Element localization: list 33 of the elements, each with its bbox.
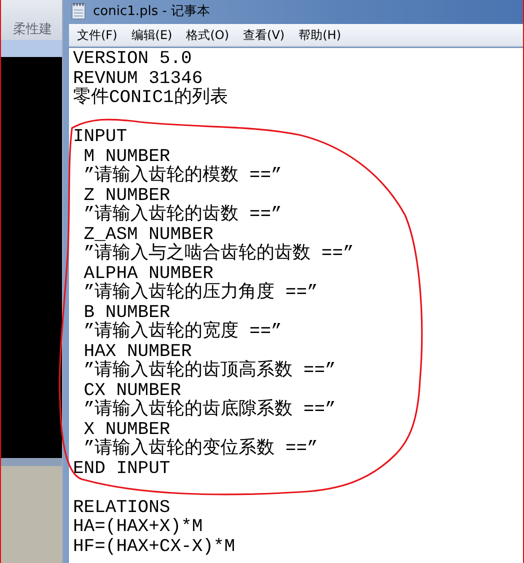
toolbar-strip bbox=[1, 40, 62, 57]
text-line: INPUT bbox=[73, 127, 128, 147]
text-line: ”请输入齿轮的齿底隙系数 ==” bbox=[82, 400, 336, 420]
text-line: 零件CONIC1的列表 bbox=[73, 88, 228, 108]
text-line: REVNUM 31346 bbox=[73, 68, 203, 88]
text-line: RELATIONS bbox=[73, 498, 170, 518]
text-line: ”请输入齿轮的压力角度 ==” bbox=[82, 283, 318, 303]
text-line: END INPUT bbox=[73, 458, 170, 478]
text-line: VERSION 5.0 bbox=[73, 49, 192, 69]
window-title: conic1.pls - 记事本 bbox=[93, 3, 210, 20]
menu-item[interactable]: 文件(F) bbox=[77, 26, 118, 44]
text-line: CX NUMBER bbox=[82, 380, 182, 400]
text-line: HA=(HAX+X)*M bbox=[73, 517, 203, 537]
text-line: ”请输入与之啮合齿轮的齿数 ==” bbox=[82, 244, 354, 264]
text-line: ”请输入齿轮的齿数 ==” bbox=[82, 205, 282, 225]
text-line: M NUMBER bbox=[82, 146, 170, 166]
text-line: ”请输入齿轮的变位系数 ==” bbox=[82, 439, 318, 459]
text-line: ”请输入齿轮的齿顶高系数 ==” bbox=[82, 361, 336, 381]
notepad-icon bbox=[71, 2, 87, 20]
panel-header bbox=[1, 458, 62, 466]
text-line: ALPHA NUMBER bbox=[82, 264, 214, 284]
text-line: B NUMBER bbox=[82, 302, 170, 322]
menu-item[interactable]: 格式(O) bbox=[186, 26, 230, 44]
menu-item[interactable]: 帮助(H) bbox=[298, 26, 341, 44]
menu-item[interactable]: 查看(V) bbox=[243, 26, 285, 44]
text-line: HF=(HAX+CX-X)*M bbox=[73, 536, 236, 556]
text-line: ”请输入齿轮的模数 ==” bbox=[82, 166, 282, 186]
menu-item[interactable]: 编辑(E) bbox=[131, 26, 172, 44]
text-line: ”请输入齿轮的宽度 ==” bbox=[82, 322, 282, 342]
text-line: Z NUMBER bbox=[82, 186, 170, 206]
text-line: HAX NUMBER bbox=[82, 342, 192, 362]
text-line: X NUMBER bbox=[82, 420, 170, 440]
ribbon-tab[interactable]: 柔性建 bbox=[1, 22, 52, 40]
